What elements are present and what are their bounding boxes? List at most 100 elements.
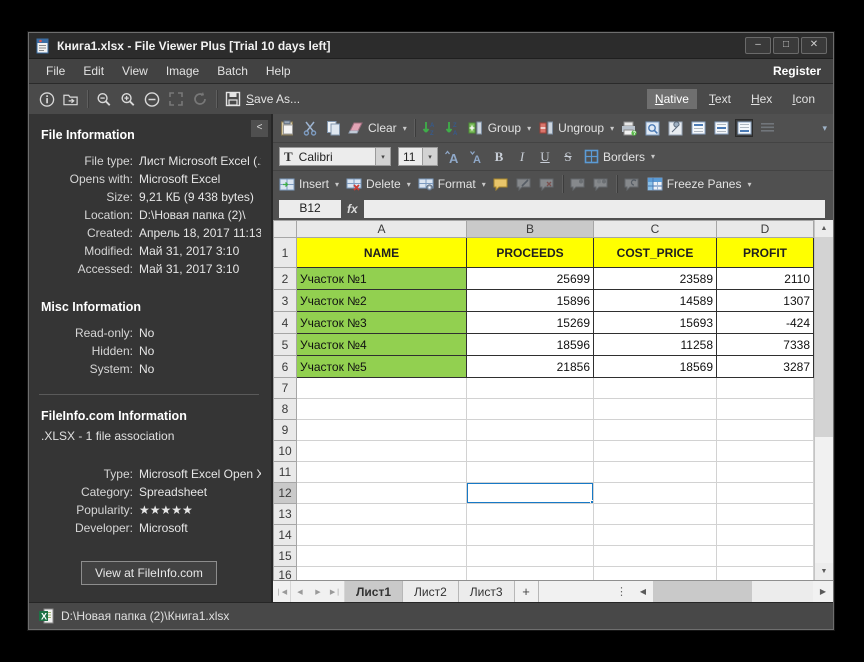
sheet-tab-лист1[interactable]: Лист1	[345, 581, 403, 602]
cell-D7[interactable]	[717, 378, 814, 399]
cell-B15[interactable]	[467, 546, 594, 567]
column-header-A[interactable]: A	[297, 221, 467, 238]
cell-C1[interactable]: COST_PRICE	[594, 238, 717, 268]
formula-input[interactable]	[364, 200, 825, 218]
save-as-button[interactable]: Save As...	[225, 91, 300, 107]
format-button[interactable]: Format ▾	[418, 176, 486, 192]
fit-to-window-icon[interactable]	[168, 91, 184, 107]
close-button[interactable]: ✕	[801, 37, 827, 54]
cell-C12[interactable]	[594, 483, 717, 504]
cell-D16[interactable]	[717, 567, 814, 581]
paste-icon[interactable]	[279, 120, 295, 136]
underline-button[interactable]: U	[537, 149, 553, 165]
rotate-icon[interactable]	[192, 91, 208, 107]
cell-A4[interactable]: Участок №3	[297, 312, 467, 334]
cell-D5[interactable]: 7338	[717, 334, 814, 356]
menu-batch[interactable]: Batch	[208, 61, 257, 81]
menu-view[interactable]: View	[113, 61, 157, 81]
cell-D13[interactable]	[717, 504, 814, 525]
row-header-7[interactable]: 7	[274, 378, 297, 399]
view-tab-native[interactable]: Native	[647, 89, 697, 109]
cell-A3[interactable]: Участок №2	[297, 290, 467, 312]
row-header-11[interactable]: 11	[274, 462, 297, 483]
splitter-handle-icon[interactable]: ⋮	[610, 581, 633, 602]
cell-D14[interactable]	[717, 525, 814, 546]
first-sheet-icon[interactable]: ❘◀	[273, 581, 291, 602]
show-comment-icon[interactable]	[570, 176, 586, 192]
cell-B14[interactable]	[467, 525, 594, 546]
cell-D12[interactable]	[717, 483, 814, 504]
select-all-corner[interactable]	[274, 221, 297, 238]
tools-icon[interactable]	[667, 120, 683, 136]
new-comment-icon[interactable]	[493, 176, 509, 192]
cell-C14[interactable]	[594, 525, 717, 546]
cell-D2[interactable]: 2110	[717, 268, 814, 290]
borders-button[interactable]: Borders ▾	[583, 149, 655, 165]
row-header-2[interactable]: 2	[274, 268, 297, 290]
cell-B12[interactable]	[467, 483, 594, 504]
cell-C4[interactable]: 15693	[594, 312, 717, 334]
cell-B3[interactable]: 15896	[467, 290, 594, 312]
italic-button[interactable]: I	[514, 149, 530, 165]
cell-D6[interactable]: 3287	[717, 356, 814, 378]
cell-A5[interactable]: Участок №4	[297, 334, 467, 356]
fx-icon[interactable]: fx	[347, 202, 358, 216]
grow-font-icon[interactable]: A	[445, 149, 461, 165]
cell-B1[interactable]: PROCEEDS	[467, 238, 594, 268]
row-header-16[interactable]: 16	[274, 567, 297, 581]
row-header-14[interactable]: 14	[274, 525, 297, 546]
cell-B13[interactable]	[467, 504, 594, 525]
title-bar[interactable]: Книга1.xlsx - File Viewer Plus [Trial 10…	[29, 33, 833, 58]
ungroup-button[interactable]: Ungroup ▾	[538, 120, 614, 136]
menu-file[interactable]: File	[37, 61, 74, 81]
view-tab-text[interactable]: Text	[701, 89, 739, 109]
row-header-5[interactable]: 5	[274, 334, 297, 356]
menu-help[interactable]: Help	[257, 61, 300, 81]
cell-A1[interactable]: NAME	[297, 238, 467, 268]
show-all-comments-icon[interactable]	[593, 176, 609, 192]
cell-C3[interactable]: 14589	[594, 290, 717, 312]
cell-D1[interactable]: PROFIT	[717, 238, 814, 268]
chevron-down-icon[interactable]: ▾	[422, 148, 437, 165]
horizontal-scrollbar[interactable]: ◀ ▶	[633, 581, 833, 602]
wrap-text-icon[interactable]	[759, 120, 775, 136]
view-tab-icon[interactable]: Icon	[784, 89, 823, 109]
cell-B16[interactable]	[467, 567, 594, 581]
cell-A10[interactable]	[297, 441, 467, 462]
cell-B8[interactable]	[467, 399, 594, 420]
row-header-10[interactable]: 10	[274, 441, 297, 462]
insert-button[interactable]: Insert ▾	[279, 176, 339, 192]
info-icon[interactable]	[39, 91, 55, 107]
menu-edit[interactable]: Edit	[74, 61, 113, 81]
cell-B5[interactable]: 18596	[467, 334, 594, 356]
menu-register[interactable]: Register	[769, 61, 825, 81]
cell-D8[interactable]	[717, 399, 814, 420]
cell-D15[interactable]	[717, 546, 814, 567]
column-header-C[interactable]: C	[594, 221, 717, 238]
horizontal-scroll-thumb[interactable]	[653, 581, 752, 602]
align-top-icon[interactable]	[690, 120, 706, 136]
vertical-scroll-thumb[interactable]	[815, 237, 833, 437]
cell-A13[interactable]	[297, 504, 467, 525]
zoom-out-icon[interactable]	[96, 91, 112, 107]
cell-D11[interactable]	[717, 462, 814, 483]
cell-A15[interactable]	[297, 546, 467, 567]
horizontal-scroll-track[interactable]	[653, 581, 813, 602]
group-button[interactable]: Group ▾	[468, 120, 531, 136]
align-bottom-icon[interactable]	[736, 120, 752, 136]
cell-A14[interactable]	[297, 525, 467, 546]
add-sheet-button[interactable]: +	[515, 581, 539, 602]
cell-A12[interactable]	[297, 483, 467, 504]
clear-button[interactable]: Clear ▾	[348, 120, 407, 136]
row-header-9[interactable]: 9	[274, 420, 297, 441]
prev-sheet-icon[interactable]: ◀	[291, 581, 309, 602]
edit-comment-icon[interactable]	[516, 176, 532, 192]
cell-C15[interactable]	[594, 546, 717, 567]
cell-B11[interactable]	[467, 462, 594, 483]
refresh-comments-icon[interactable]	[624, 176, 640, 192]
cell-A2[interactable]: Участок №1	[297, 268, 467, 290]
vertical-scroll-track[interactable]	[815, 437, 833, 563]
scroll-down-icon[interactable]: ▼	[815, 563, 833, 580]
cell-D3[interactable]: 1307	[717, 290, 814, 312]
cell-reference-box[interactable]: B12	[279, 200, 341, 218]
